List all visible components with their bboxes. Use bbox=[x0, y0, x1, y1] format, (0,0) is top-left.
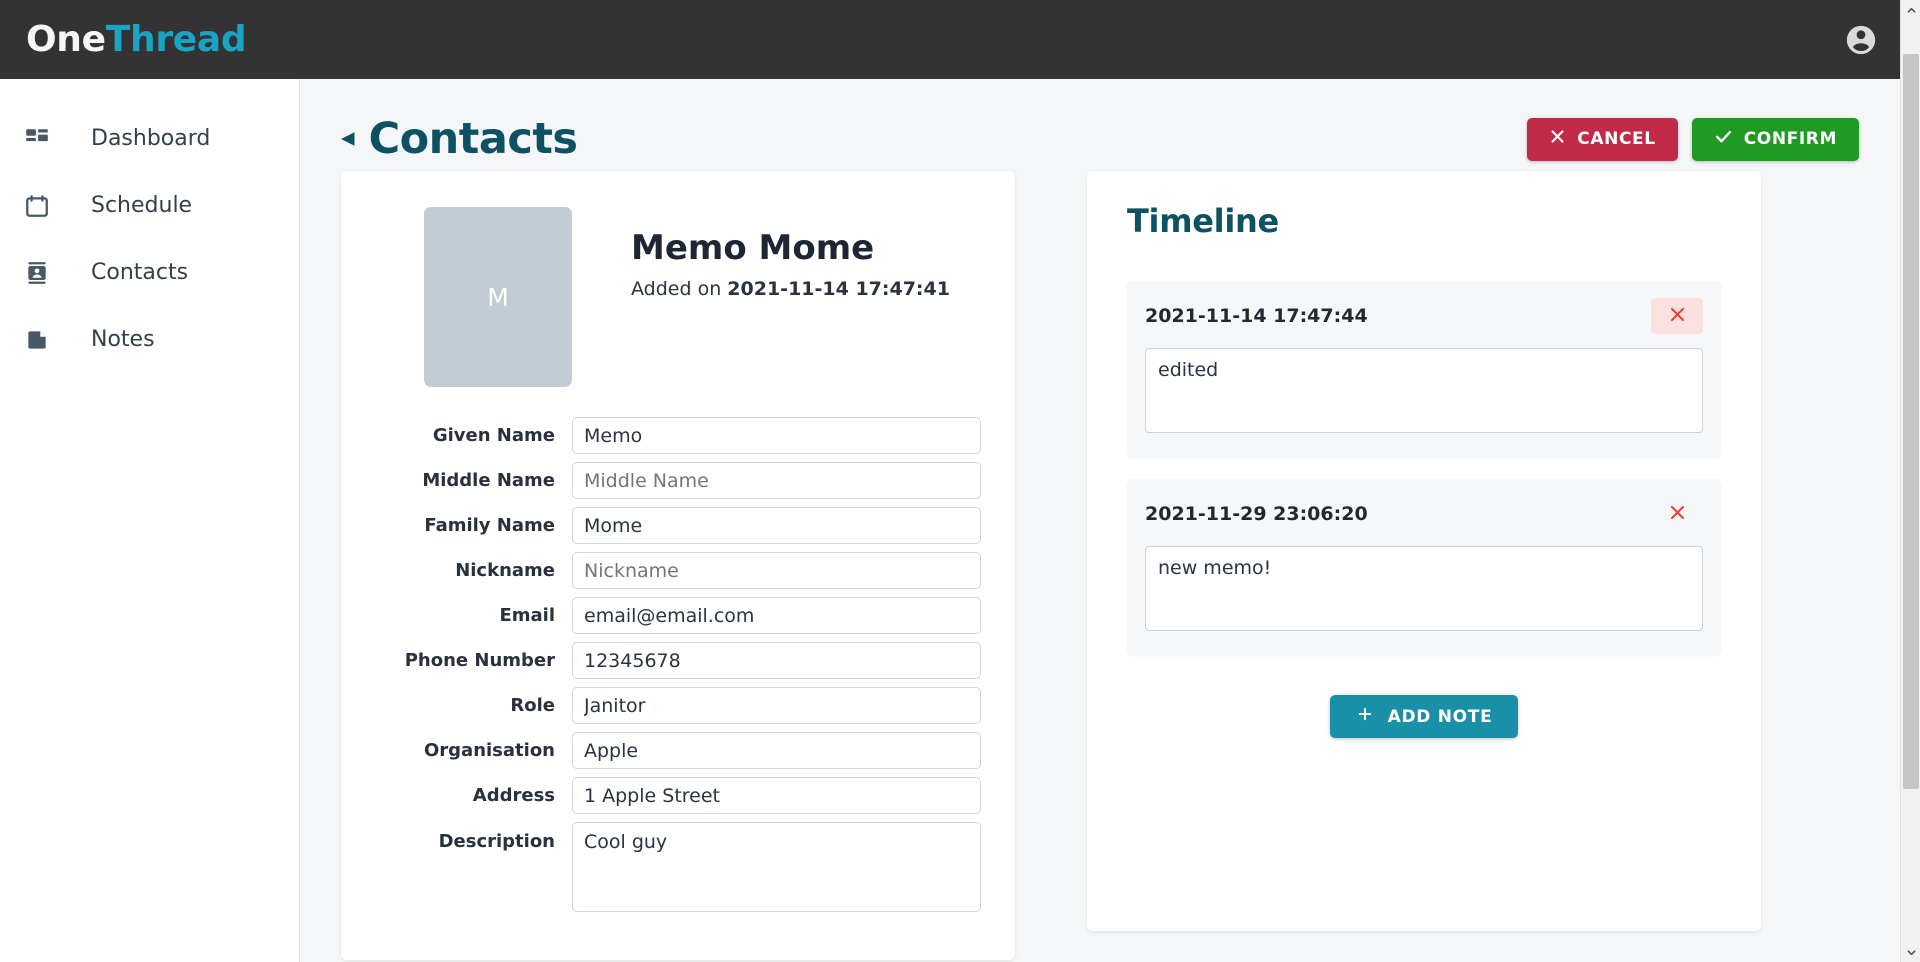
logo-text-secondary: Thread bbox=[105, 18, 247, 60]
cancel-button[interactable]: CANCEL bbox=[1527, 117, 1678, 161]
sidebar-item-label: Contacts bbox=[91, 259, 189, 285]
sidebar-item-label: Dashboard bbox=[91, 125, 211, 151]
form-field-input[interactable] bbox=[572, 417, 981, 454]
sidebar-item-label: Notes bbox=[91, 326, 155, 352]
timeline-note-body[interactable] bbox=[1145, 546, 1703, 631]
contact-form: Given Name Middle Name Family Name Nickname… bbox=[375, 417, 981, 912]
sidebar-nav: Dashboard Schedule Contacts Notes bbox=[0, 79, 300, 962]
form-field-label: Middle Name bbox=[422, 469, 555, 491]
add-note-button-label: ADD NOTE bbox=[1387, 706, 1493, 727]
contact-details-card: M Memo Mome Added on 2021-11-14 17:47:41… bbox=[341, 171, 1015, 960]
timeline-note-body[interactable] bbox=[1145, 348, 1703, 433]
plus-icon bbox=[1356, 705, 1374, 728]
calendar-icon bbox=[20, 189, 54, 223]
page-scrollbar[interactable] bbox=[1900, 0, 1920, 962]
logo-text-primary: One bbox=[26, 18, 106, 60]
contact-header: M Memo Mome Added on 2021-11-14 17:47:41 bbox=[375, 207, 981, 387]
panels-row: M Memo Mome Added on 2021-11-14 17:47:41… bbox=[300, 171, 1900, 960]
account-circle-icon[interactable] bbox=[1844, 23, 1878, 57]
form-row: Given Name bbox=[375, 417, 981, 454]
added-on-prefix: Added on bbox=[631, 278, 722, 301]
sidebar-item-label: Schedule bbox=[91, 192, 193, 218]
add-note-wrap: ADD NOTE bbox=[1127, 695, 1721, 738]
form-field-label: Given Name bbox=[432, 424, 555, 446]
form-row: Description bbox=[375, 822, 981, 912]
timeline-note-date: 2021-11-29 23:06:20 bbox=[1145, 502, 1368, 525]
form-row: Organisation bbox=[375, 732, 981, 769]
back-to-contacts-link[interactable]: ◂ Contacts bbox=[341, 113, 578, 164]
timeline-title: Timeline bbox=[1127, 202, 1279, 240]
sidebar-item-contacts[interactable]: Contacts bbox=[0, 239, 299, 306]
form-field-input[interactable] bbox=[572, 597, 981, 634]
form-field-input[interactable] bbox=[572, 552, 981, 589]
form-field-input[interactable] bbox=[572, 642, 981, 679]
form-field-label: Nickname bbox=[455, 559, 555, 581]
contact-full-name: Memo Mome bbox=[631, 228, 875, 268]
delete-note-button[interactable] bbox=[1651, 298, 1703, 334]
form-row: Middle Name bbox=[375, 462, 981, 499]
form-field-label: Description bbox=[438, 831, 555, 852]
timeline-note-date: 2021-11-14 17:47:44 bbox=[1145, 304, 1368, 327]
avatar[interactable]: M bbox=[424, 207, 572, 387]
form-row: Address bbox=[375, 777, 981, 814]
form-field-label: Family Name bbox=[424, 514, 555, 536]
delete-note-button[interactable] bbox=[1651, 496, 1703, 532]
form-field-input[interactable] bbox=[572, 777, 981, 814]
form-row: Email bbox=[375, 597, 981, 634]
timeline-note-header: 2021-11-14 17:47:44 bbox=[1145, 298, 1703, 334]
header-actions: CANCEL CONFIRM bbox=[1527, 117, 1859, 161]
app-logo[interactable]: OneThread bbox=[26, 18, 247, 60]
check-icon bbox=[1714, 127, 1733, 151]
form-field-input[interactable] bbox=[572, 822, 981, 912]
close-x-icon bbox=[1668, 503, 1687, 525]
form-field-input[interactable] bbox=[572, 507, 981, 544]
close-x-icon bbox=[1549, 128, 1566, 150]
chevron-left-icon: ◂ bbox=[341, 122, 355, 153]
contact-name-block: Memo Mome Added on 2021-11-14 17:47:41 bbox=[631, 207, 950, 387]
timeline-note: 2021-11-14 17:47:44 bbox=[1127, 281, 1721, 457]
close-x-icon bbox=[1668, 305, 1687, 327]
contact-added-on: Added on 2021-11-14 17:47:41 bbox=[631, 278, 950, 300]
timeline-note: 2021-11-29 23:06:20 bbox=[1127, 479, 1721, 655]
form-row: Phone Number bbox=[375, 642, 981, 679]
timeline-card: Timeline 2021-11-14 17:47:44 2021-11-29 2… bbox=[1087, 171, 1761, 931]
form-field-label: Phone Number bbox=[404, 649, 555, 671]
contact-card-icon bbox=[20, 256, 54, 290]
avatar-initial: M bbox=[487, 282, 509, 312]
add-note-button[interactable]: ADD NOTE bbox=[1329, 695, 1519, 738]
form-field-input[interactable] bbox=[572, 732, 981, 769]
app-header: OneThread bbox=[0, 0, 1900, 79]
form-row: Role bbox=[375, 687, 981, 724]
form-field-label: Role bbox=[510, 694, 555, 716]
page-title: Contacts bbox=[368, 113, 578, 164]
page-header: ◂ Contacts CANCEL CONFIRM bbox=[300, 79, 1900, 171]
scroll-down-arrow-icon[interactable] bbox=[1901, 942, 1920, 962]
timeline-notes-list: 2021-11-14 17:47:44 2021-11-29 23:06:20 bbox=[1127, 281, 1721, 655]
form-field-input[interactable] bbox=[572, 687, 981, 724]
main-content: ◂ Contacts CANCEL CONFIRM M Memo Mome Ad… bbox=[300, 79, 1900, 962]
scroll-up-arrow-icon[interactable] bbox=[1901, 0, 1920, 20]
form-field-label: Address bbox=[472, 784, 555, 806]
form-field-input[interactable] bbox=[572, 462, 981, 499]
sidebar-item-notes[interactable]: Notes bbox=[0, 306, 299, 373]
sidebar-item-dashboard[interactable]: Dashboard bbox=[0, 105, 299, 172]
sidebar-item-schedule[interactable]: Schedule bbox=[0, 172, 299, 239]
form-field-label: Email bbox=[499, 604, 555, 626]
note-page-icon bbox=[20, 323, 54, 357]
timeline-note-header: 2021-11-29 23:06:20 bbox=[1145, 496, 1703, 532]
confirm-button-label: CONFIRM bbox=[1743, 129, 1837, 149]
form-row: Nickname bbox=[375, 552, 981, 589]
dashboard-grid-icon bbox=[20, 122, 54, 156]
form-field-label: Organisation bbox=[423, 739, 555, 761]
added-on-timestamp: 2021-11-14 17:47:41 bbox=[727, 278, 950, 301]
cancel-button-label: CANCEL bbox=[1577, 129, 1656, 149]
form-row: Family Name bbox=[375, 507, 981, 544]
confirm-button[interactable]: CONFIRM bbox=[1691, 117, 1859, 161]
scrollbar-thumb[interactable] bbox=[1903, 54, 1919, 789]
